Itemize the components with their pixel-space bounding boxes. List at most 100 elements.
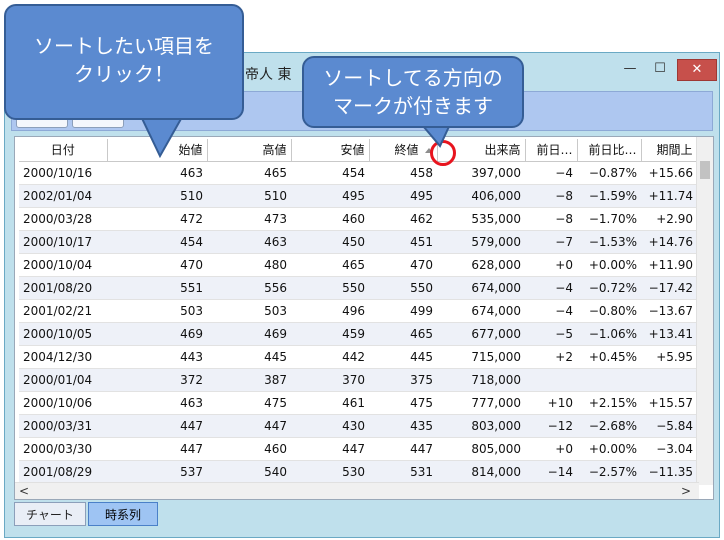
column-header-date[interactable]: 日付 xyxy=(19,139,108,162)
vertical-scrollbar[interactable] xyxy=(696,137,713,485)
column-header-prev-diff[interactable]: 前日… xyxy=(525,139,578,162)
table-cell: −4 xyxy=(525,299,577,323)
table-cell: 445 xyxy=(207,345,291,369)
callout-right-line1: ソートしてる方向の xyxy=(323,66,503,90)
close-button[interactable]: ✕ xyxy=(677,59,717,81)
column-header-high[interactable]: 高値 xyxy=(207,139,292,162)
table-row[interactable]: 2002/01/04 510 510 495 495 406,000 −8 −1.59% +11… xyxy=(19,184,697,208)
table-row[interactable]: 2000/10/17 454 463 450 451 579,000 −7 −1.53% +14… xyxy=(19,230,697,254)
table-cell: 473 xyxy=(207,207,291,231)
minimize-button[interactable]: — xyxy=(617,59,643,81)
table-cell: 406,000 xyxy=(437,184,525,208)
table-cell: 503 xyxy=(107,299,207,323)
table-cell: 715,000 xyxy=(437,345,525,369)
table-cell: 435 xyxy=(369,414,437,438)
table-cell: 458 xyxy=(369,161,437,185)
table-cell: 2001/08/29 xyxy=(19,460,107,484)
table-cell: 2000/10/17 xyxy=(19,230,107,254)
table-cell: 540 xyxy=(207,460,291,484)
table-cell: 470 xyxy=(107,253,207,277)
table-cell: 463 xyxy=(107,391,207,415)
table-row[interactable]: 2001/02/21 503 503 496 499 674,000 −4 −0.80% −13… xyxy=(19,299,697,323)
table-cell: 628,000 xyxy=(437,253,525,277)
table-row[interactable]: 2000/03/30 447 460 447 447 805,000 +0 +0.00% −3.… xyxy=(19,437,697,461)
table-cell: 480 xyxy=(207,253,291,277)
table-cell: 465 xyxy=(291,253,369,277)
table-cell: 447 xyxy=(207,414,291,438)
table-cell: 370 xyxy=(291,368,369,392)
table-row[interactable]: 2000/03/31 447 447 430 435 803,000 −12 −2.68% −5… xyxy=(19,414,697,438)
table-cell: 2000/03/28 xyxy=(19,207,107,231)
table-cell: 472 xyxy=(107,207,207,231)
table-cell: +14.76 xyxy=(641,230,697,254)
table-row[interactable]: 2000/10/04 470 480 465 470 628,000 +0 +0.00% +11… xyxy=(19,253,697,277)
data-table: 日付 始値 高値 安値 終値 出来高 前日… 前日比… 期間上 2000/10/… xyxy=(19,139,698,484)
table-cell: −8 xyxy=(525,207,577,231)
table-cell: 460 xyxy=(291,207,369,231)
table-cell: 805,000 xyxy=(437,437,525,461)
table-cell: 2000/03/30 xyxy=(19,437,107,461)
table-cell: 387 xyxy=(207,368,291,392)
table-cell xyxy=(525,368,577,392)
table-cell: 463 xyxy=(107,161,207,185)
vertical-scroll-thumb[interactable] xyxy=(700,161,710,179)
table-cell: 535,000 xyxy=(437,207,525,231)
table-cell: −8 xyxy=(525,184,577,208)
table-cell: 814,000 xyxy=(437,460,525,484)
table-cell: 447 xyxy=(107,414,207,438)
table-cell: −1.70% xyxy=(577,207,641,231)
table-row[interactable]: 2000/01/04 372 387 370 375 718,000 xyxy=(19,368,697,392)
table-cell: −1.06% xyxy=(577,322,641,346)
table-cell: −14 xyxy=(525,460,577,484)
table-row[interactable]: 2000/10/16 463 465 454 458 397,000 −4 −0.87% +15… xyxy=(19,161,697,185)
table-cell: −4 xyxy=(525,276,577,300)
tab-chart[interactable]: チャート xyxy=(14,502,86,526)
table-cell: 397,000 xyxy=(437,161,525,185)
tab-time-series[interactable]: 時系列 xyxy=(88,502,158,526)
table-cell: 718,000 xyxy=(437,368,525,392)
table-cell: 2000/10/04 xyxy=(19,253,107,277)
column-header-prev-ratio[interactable]: 前日比… xyxy=(577,139,642,162)
table-cell: 803,000 xyxy=(437,414,525,438)
table-cell: 550 xyxy=(369,276,437,300)
table-cell: 2000/01/04 xyxy=(19,368,107,392)
table-cell: 460 xyxy=(207,437,291,461)
table-cell: 510 xyxy=(207,184,291,208)
table-cell: 2001/02/21 xyxy=(19,299,107,323)
table-cell: −12 xyxy=(525,414,577,438)
table-cell: +5.95 xyxy=(641,345,697,369)
table-cell: 447 xyxy=(369,437,437,461)
table-row[interactable]: 2000/10/06 463 475 461 475 777,000 +10 +2.15% +1… xyxy=(19,391,697,415)
table-cell: 462 xyxy=(369,207,437,231)
column-header-low[interactable]: 安値 xyxy=(291,139,370,162)
table-cell: 2001/08/20 xyxy=(19,276,107,300)
table-cell xyxy=(577,368,641,392)
column-header-period[interactable]: 期間上 xyxy=(641,139,698,162)
table-cell: 454 xyxy=(107,230,207,254)
table-row[interactable]: 2001/08/29 537 540 530 531 814,000 −14 −2.57% −1… xyxy=(19,460,697,484)
table-cell: 465 xyxy=(369,322,437,346)
horizontal-scrollbar[interactable]: < > xyxy=(15,482,699,499)
scroll-right-icon[interactable]: > xyxy=(681,483,691,499)
table-cell: 450 xyxy=(291,230,369,254)
table-cell: +0 xyxy=(525,253,577,277)
table-cell: 2000/10/06 xyxy=(19,391,107,415)
table-cell: 443 xyxy=(107,345,207,369)
time-series-grid: 日付 始値 高値 安値 終値 出来高 前日… 前日比… 期間上 2000/10/… xyxy=(14,136,714,500)
table-cell: 677,000 xyxy=(437,322,525,346)
table-cell: 499 xyxy=(369,299,437,323)
table-cell: −3.04 xyxy=(641,437,697,461)
table-row[interactable]: 2000/03/28 472 473 460 462 535,000 −8 −1.70% +2.… xyxy=(19,207,697,231)
scroll-left-icon[interactable]: < xyxy=(19,483,29,499)
table-cell: 2000/10/16 xyxy=(19,161,107,185)
table-row[interactable]: 2004/12/30 443 445 442 445 715,000 +2 +0.45% +5.… xyxy=(19,345,697,369)
table-cell xyxy=(641,368,697,392)
table-cell: 674,000 xyxy=(437,299,525,323)
table-cell: −13.67 xyxy=(641,299,697,323)
table-cell: 454 xyxy=(291,161,369,185)
maximize-button[interactable]: ☐ xyxy=(647,59,673,81)
table-row[interactable]: 2000/10/05 469 469 459 465 677,000 −5 −1.06% +13… xyxy=(19,322,697,346)
table-cell: 469 xyxy=(107,322,207,346)
table-row[interactable]: 2001/08/20 551 556 550 550 674,000 −4 −0.72% −17… xyxy=(19,276,697,300)
table-cell: +11.90 xyxy=(641,253,697,277)
